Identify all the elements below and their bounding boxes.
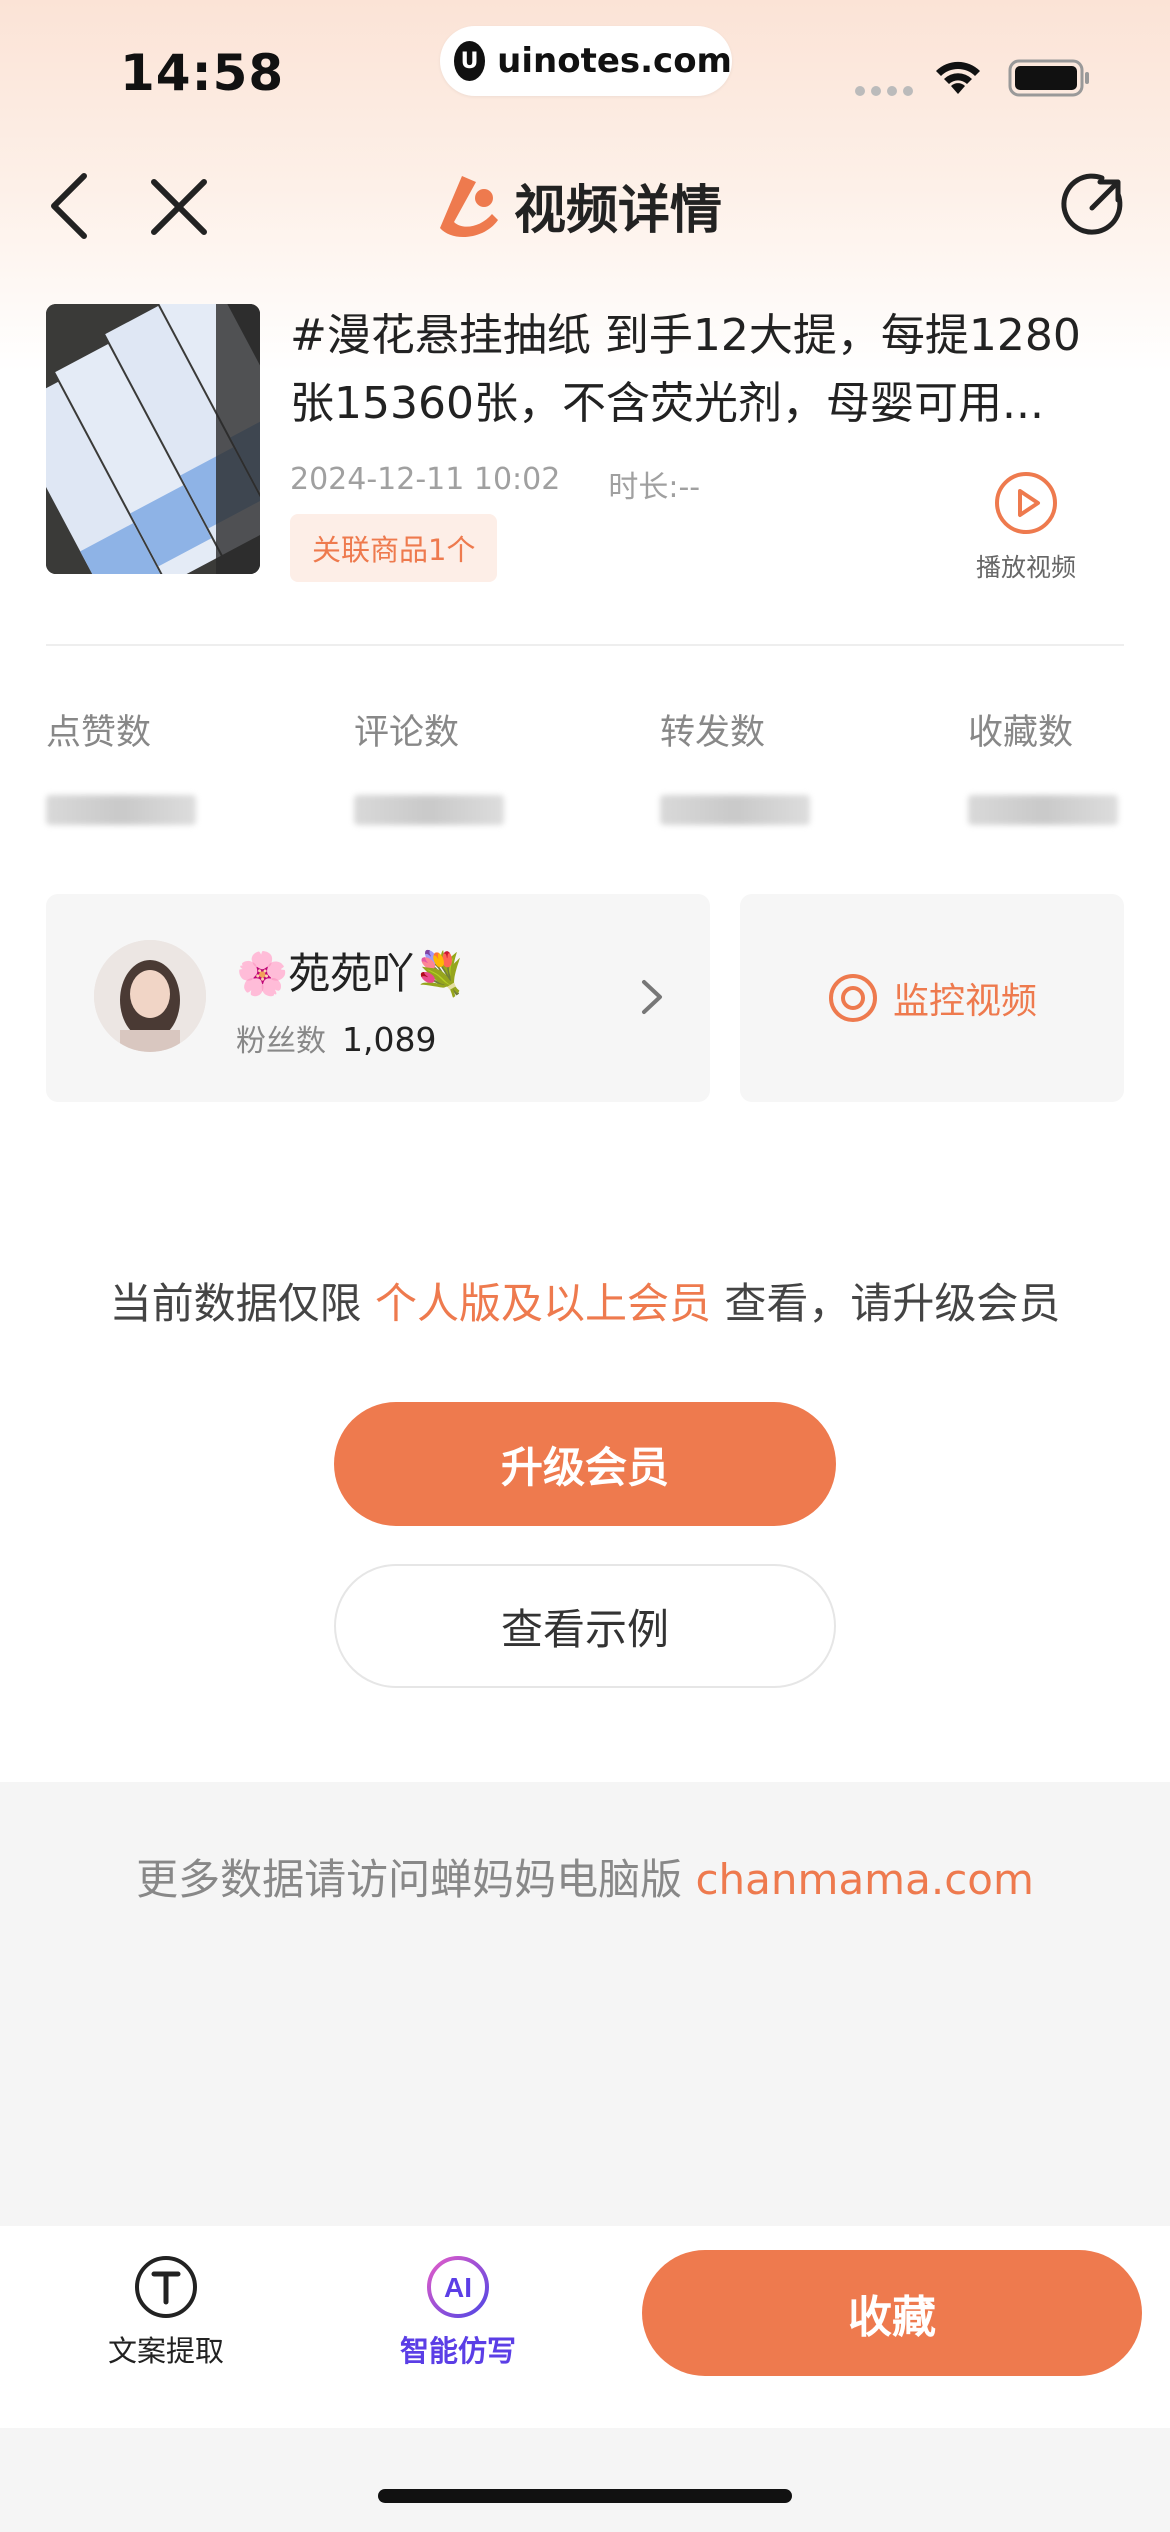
stat-blurred-value: [968, 795, 1118, 825]
bottom-action-bar: 文案提取 AI 智能仿写 收藏: [0, 2226, 1170, 2428]
text-extract-icon: [135, 2256, 197, 2318]
stat-label: 收藏数: [968, 713, 1074, 753]
cellular-signal-icon: [855, 86, 913, 96]
stat-label: 点赞数: [46, 713, 152, 753]
stat-label: 评论数: [354, 713, 460, 753]
ai-icon: AI: [427, 2256, 489, 2318]
play-video-button[interactable]: 播放视频: [968, 470, 1084, 584]
stat-blurred-value: [354, 795, 504, 825]
chevron-right-icon: [642, 980, 662, 1014]
fans-row: 粉丝数 1,089: [236, 1016, 436, 1060]
ai-rewrite-button[interactable]: AI 智能仿写: [358, 2254, 558, 2370]
play-video-label: 播放视频: [975, 553, 1076, 582]
tissue-product-image: [46, 304, 260, 574]
avatar: [94, 940, 206, 1052]
battery-icon: [1008, 59, 1089, 97]
monitor-video-button[interactable]: 监控视频: [740, 894, 1124, 1102]
stat-likes: 点赞数: [46, 704, 246, 825]
copy-extract-label: 文案提取: [107, 2334, 224, 2368]
more-data-text: 更多数据请访问蝉妈妈电脑版: [136, 1855, 683, 1904]
share-icon[interactable]: [1060, 170, 1130, 240]
fans-label: 粉丝数: [236, 1024, 326, 1059]
upgrade-membership-button[interactable]: 升级会员: [334, 1402, 836, 1526]
author-card[interactable]: 🌸苑苑吖💐 粉丝数 1,089: [46, 894, 710, 1102]
url-text: uinotes.com: [497, 41, 732, 81]
divider: [46, 644, 1124, 646]
back-arrow-icon[interactable]: [44, 170, 96, 242]
stat-shares: 转发数: [660, 704, 860, 825]
nav-title-group: 视频详情: [432, 168, 722, 243]
fans-value: 1,089: [342, 1020, 437, 1059]
copy-extract-button[interactable]: 文案提取: [66, 2254, 266, 2370]
monitor-video-label: 监控视频: [892, 981, 1037, 1022]
view-example-button[interactable]: 查看示例: [334, 1564, 836, 1688]
stat-favorites: 收藏数: [968, 704, 1168, 825]
notice-highlight: 个人版及以上会员: [374, 1279, 711, 1328]
video-duration: 时长:--: [608, 470, 701, 505]
home-indicator: [378, 2489, 792, 2503]
video-title[interactable]: #漫花悬挂抽纸 到手12大提，每提1280张15360张，不含荧光剂，母婴可用.…: [290, 302, 1120, 438]
collect-button[interactable]: 收藏: [642, 2250, 1142, 2376]
chanmama-logo-icon: [440, 175, 498, 237]
wifi-icon: [936, 61, 980, 94]
url-pill[interactable]: U uinotes.com: [440, 26, 732, 96]
stat-blurred-value: [660, 795, 810, 825]
close-icon[interactable]: [148, 176, 210, 238]
svg-text:AI: AI: [444, 2272, 472, 2303]
play-icon: [995, 472, 1057, 534]
monitor-target-icon: [828, 974, 877, 1022]
stat-comments: 评论数: [354, 704, 554, 825]
stat-label: 转发数: [660, 713, 766, 753]
status-time: 14:58: [120, 44, 285, 102]
related-goods-tag[interactable]: 关联商品1个: [290, 514, 498, 582]
page-title: 视频详情: [514, 181, 723, 241]
notice-prefix: 当前数据仅限: [109, 1279, 362, 1328]
video-meta: 2024-12-11 10:02 时长:--: [290, 462, 700, 506]
uinotes-logo-icon: U: [454, 41, 486, 81]
stat-blurred-value: [46, 795, 196, 825]
chanmama-link[interactable]: chanmama.com: [695, 1855, 1033, 1904]
membership-notice: 当前数据仅限 个人版及以上会员 查看，请升级会员: [0, 1270, 1170, 1331]
video-thumbnail[interactable]: [46, 304, 260, 574]
notice-suffix: 查看，请升级会员: [724, 1279, 1061, 1328]
ai-rewrite-label: 智能仿写: [399, 2334, 516, 2368]
author-name: 🌸苑苑吖💐: [236, 949, 467, 998]
video-date: 2024-12-11 10:02: [290, 462, 561, 497]
more-data-notice: 更多数据请访问蝉妈妈电脑版 chanmama.com: [0, 1846, 1170, 1907]
